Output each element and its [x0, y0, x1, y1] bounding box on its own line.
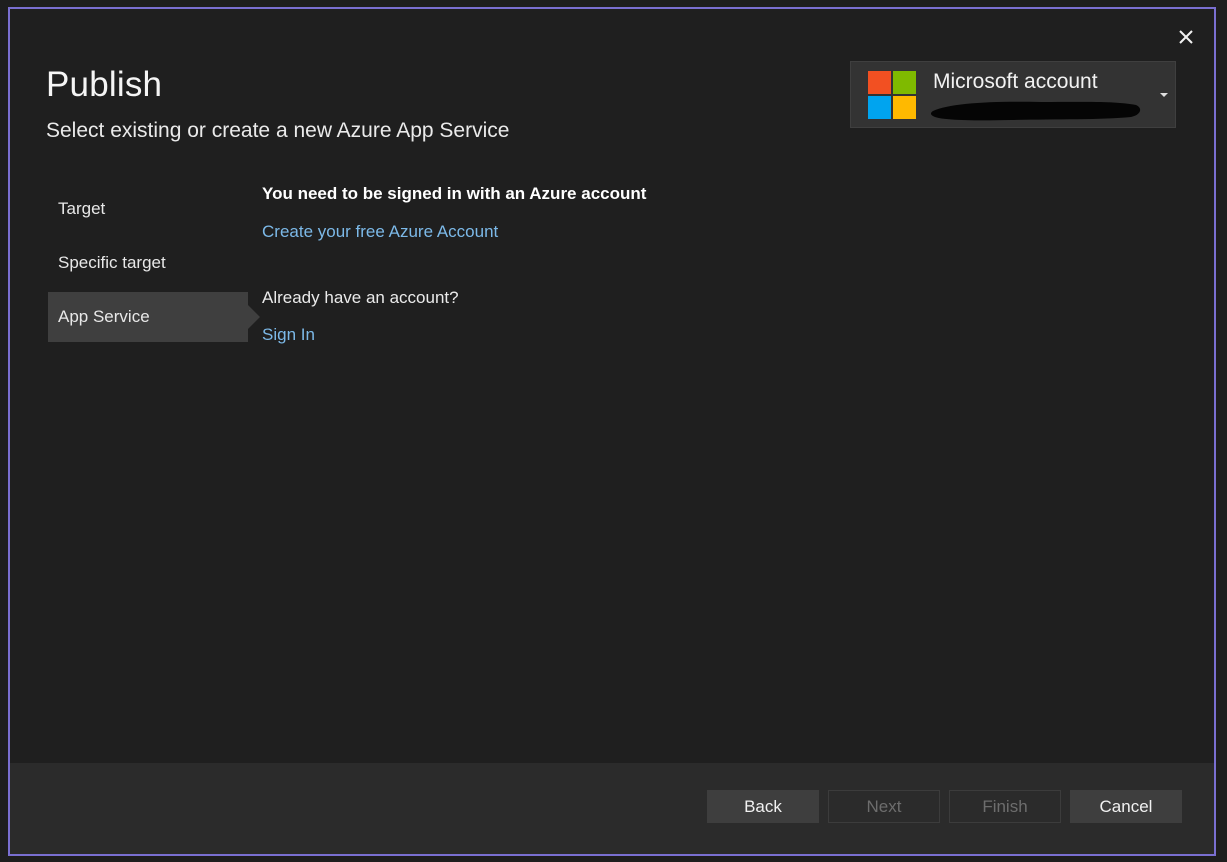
redacted-email — [931, 101, 1141, 121]
account-label: Microsoft account — [933, 70, 1098, 93]
dialog-title: Publish — [46, 65, 163, 104]
logo-green-square — [893, 71, 916, 94]
close-icon[interactable] — [1176, 27, 1196, 47]
nav-item-target[interactable]: Target — [48, 184, 262, 234]
logo-red-square — [868, 71, 891, 94]
create-account-link[interactable]: Create your free Azure Account — [262, 222, 498, 242]
nav-item-specific-target[interactable]: Specific target — [48, 238, 262, 288]
have-account-text: Already have an account? — [262, 288, 459, 307]
nav-item-app-service[interactable]: App Service — [48, 292, 260, 342]
next-button[interactable]: Next — [828, 790, 940, 823]
dialog-subtitle: Select existing or create a new Azure Ap… — [46, 119, 510, 142]
logo-yellow-square — [893, 96, 916, 119]
signin-heading: You need to be signed in with an Azure a… — [262, 184, 647, 203]
sign-in-link[interactable]: Sign In — [262, 325, 315, 345]
publish-steps-nav: Target Specific target App Service — [48, 184, 262, 346]
account-selector[interactable]: Microsoft account — [850, 61, 1176, 128]
dialog-footer: Back Next Finish Cancel — [10, 763, 1214, 854]
finish-button[interactable]: Finish — [949, 790, 1061, 823]
logo-blue-square — [868, 96, 891, 119]
publish-dialog: Publish Select existing or create a new … — [8, 7, 1216, 856]
chevron-down-icon — [1160, 93, 1168, 97]
back-button[interactable]: Back — [707, 790, 819, 823]
microsoft-logo-icon — [868, 71, 917, 120]
cancel-button[interactable]: Cancel — [1070, 790, 1182, 823]
